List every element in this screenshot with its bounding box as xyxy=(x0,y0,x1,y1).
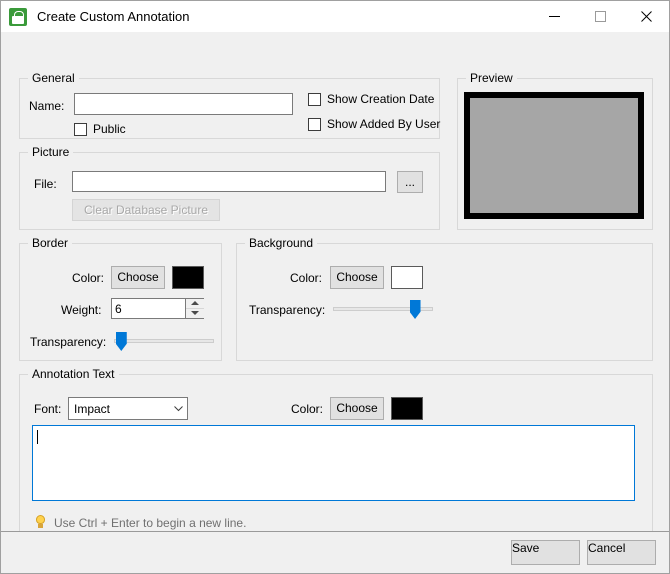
slider-thumb[interactable] xyxy=(409,300,421,319)
border-group-legend: Border xyxy=(28,236,73,250)
border-transparency-label: Transparency: xyxy=(30,335,107,349)
public-checkbox-label: Public xyxy=(93,122,126,136)
close-button[interactable] xyxy=(623,1,669,33)
general-group-legend: General xyxy=(28,71,79,85)
checkbox-box xyxy=(74,122,87,136)
title-bar: Create Custom Annotation xyxy=(1,1,669,33)
hint-row: Use Ctrl + Enter to begin a new line. xyxy=(33,515,246,530)
show-creation-date-checkbox[interactable]: Show Creation Date xyxy=(308,92,434,106)
background-transparency-slider[interactable] xyxy=(333,298,433,320)
maximize-button[interactable] xyxy=(577,1,623,33)
dialog-content: General Name: Public Show Creation Date … xyxy=(1,33,669,573)
background-color-swatch xyxy=(391,266,423,289)
minimize-button[interactable] xyxy=(531,1,577,33)
name-label: Name: xyxy=(29,99,65,113)
slider-track xyxy=(114,339,214,343)
chevron-up-icon xyxy=(191,301,199,306)
border-color-label: Color: xyxy=(72,271,105,285)
annotation-text-input[interactable] xyxy=(32,425,635,501)
annotation-preview xyxy=(464,92,644,219)
picture-file-input[interactable] xyxy=(72,171,386,192)
font-label: Font: xyxy=(34,402,62,416)
border-color-choose-button[interactable]: Choose xyxy=(111,266,165,289)
border-transparency-slider[interactable] xyxy=(114,330,214,352)
slider-thumb[interactable] xyxy=(115,332,127,351)
checkbox-box xyxy=(308,117,321,131)
public-checkbox[interactable]: Public xyxy=(74,122,126,136)
background-color-choose-button[interactable]: Choose xyxy=(330,266,384,289)
minimize-icon xyxy=(548,16,560,17)
background-group-legend: Background xyxy=(245,236,318,250)
cancel-button[interactable]: Cancel xyxy=(587,540,656,565)
weight-increment-button[interactable] xyxy=(186,299,204,309)
lock-app-icon xyxy=(9,7,27,26)
annotation-text-color-choose-button[interactable]: Choose xyxy=(330,397,384,420)
annotation-text-group-legend: Annotation Text xyxy=(28,367,119,381)
clear-database-picture-button: Clear Database Picture xyxy=(72,199,220,221)
save-button[interactable]: Save xyxy=(511,540,580,565)
font-select-value: Impact xyxy=(74,401,111,416)
text-caret xyxy=(37,430,38,444)
annotation-text-color-label: Color: xyxy=(291,402,324,416)
name-input[interactable] xyxy=(74,93,293,115)
border-weight-stepper[interactable] xyxy=(185,299,204,318)
background-color-label: Color: xyxy=(290,271,323,285)
background-transparency-label: Transparency: xyxy=(249,303,326,317)
window-controls xyxy=(531,1,669,33)
border-color-swatch xyxy=(172,266,204,289)
show-creation-date-label: Show Creation Date xyxy=(327,92,435,106)
dialog-window: Create Custom Annotation General Name: P… xyxy=(0,0,670,574)
file-label: File: xyxy=(34,177,57,191)
checkbox-box xyxy=(308,92,321,106)
border-weight-label: Weight: xyxy=(61,303,102,317)
dialog-footer: Save Cancel xyxy=(1,531,669,573)
close-icon xyxy=(640,11,652,22)
picture-group-legend: Picture xyxy=(28,145,74,159)
background-group: Background xyxy=(236,236,653,361)
show-added-by-user-label: Show Added By User xyxy=(327,117,441,131)
maximize-icon xyxy=(594,11,606,22)
lightbulb-icon xyxy=(33,515,47,530)
window-title: Create Custom Annotation xyxy=(37,9,190,24)
font-select[interactable]: Impact xyxy=(68,397,188,420)
preview-group-legend: Preview xyxy=(466,71,517,85)
annotation-text-color-swatch xyxy=(391,397,423,420)
weight-decrement-button[interactable] xyxy=(186,308,204,318)
browse-file-button[interactable]: ... xyxy=(397,171,423,193)
chevron-down-icon xyxy=(191,311,199,316)
chevron-down-icon xyxy=(169,405,187,412)
show-added-by-user-checkbox[interactable]: Show Added By User xyxy=(308,117,440,131)
hint-text: Use Ctrl + Enter to begin a new line. xyxy=(54,515,247,530)
